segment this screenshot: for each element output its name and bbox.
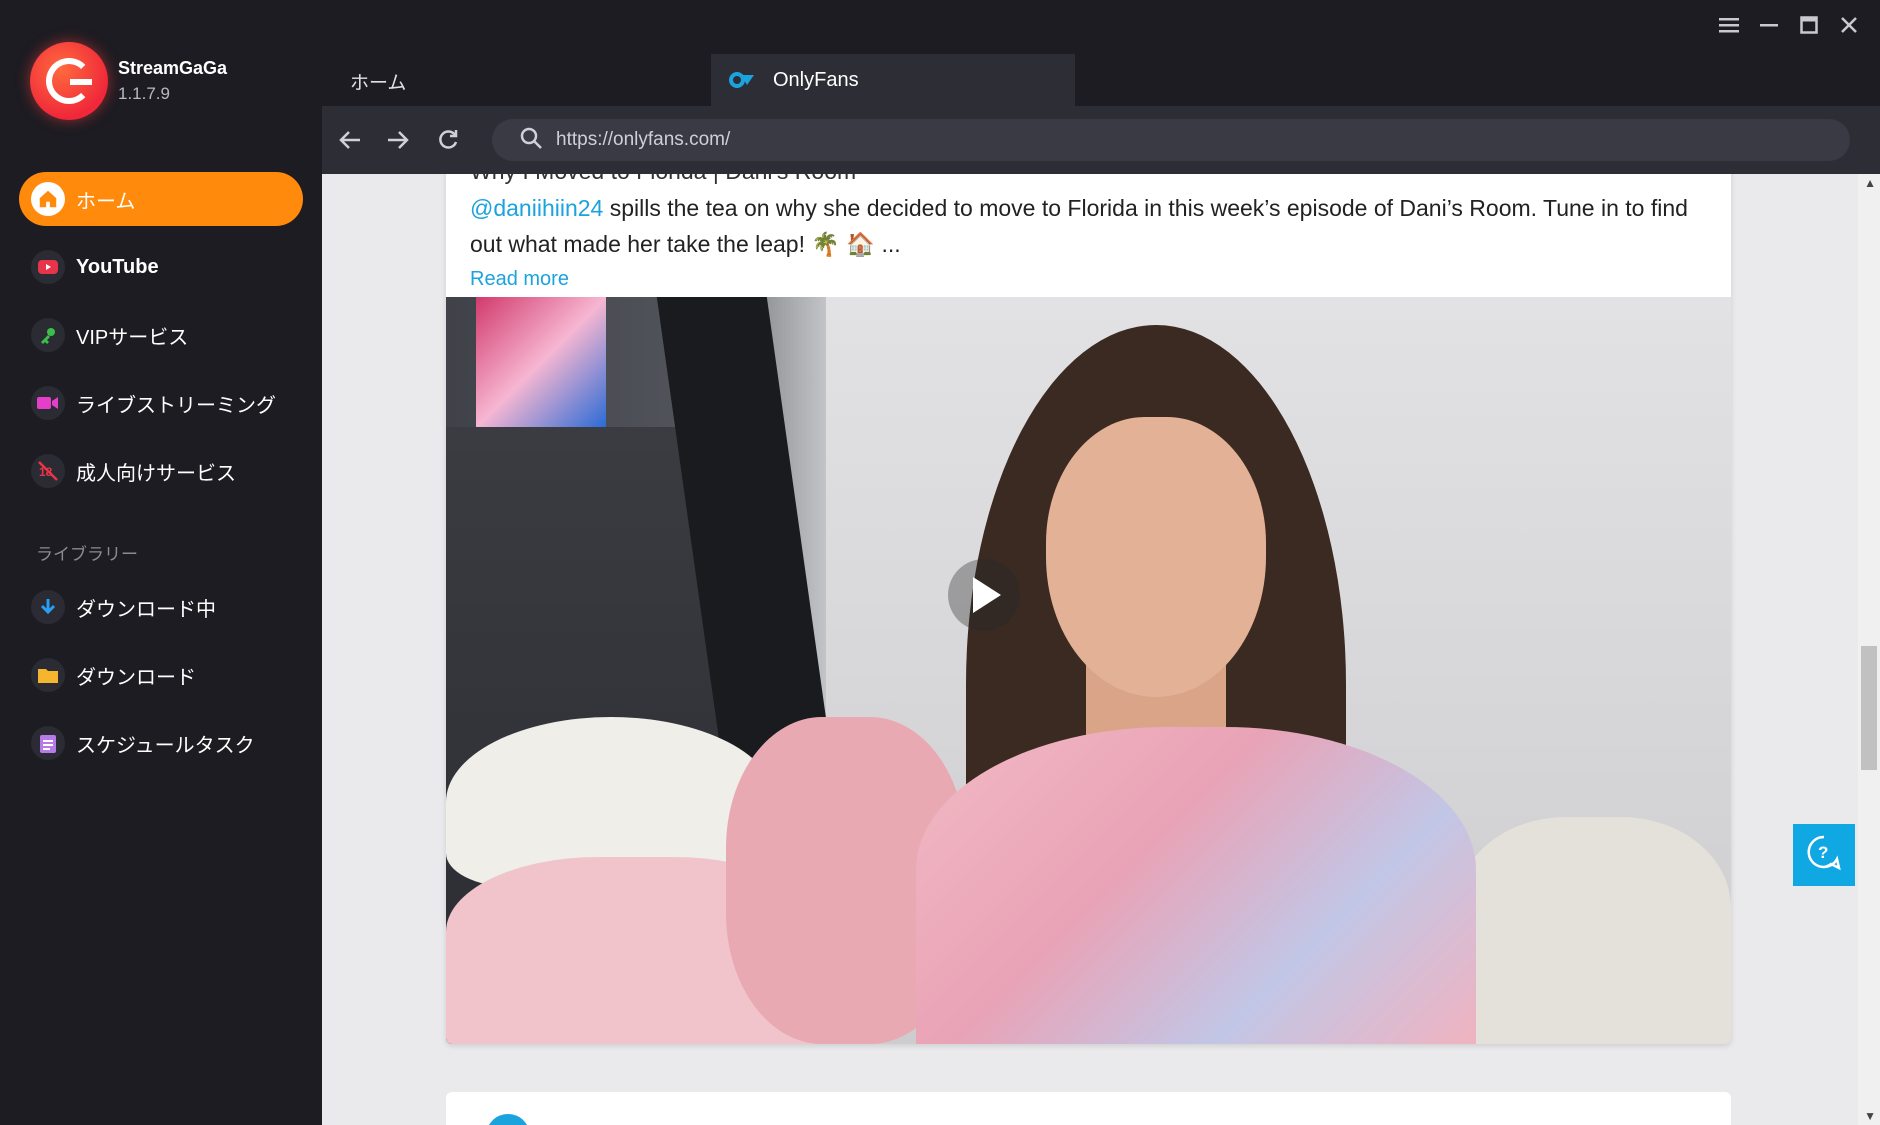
video-camera-icon xyxy=(31,386,65,420)
web-content: Why I Moved to Florida | Dani's Room @da… xyxy=(322,174,1880,1125)
sidebar-item-label: ホーム xyxy=(76,190,136,213)
maximize-icon[interactable] xyxy=(1798,14,1820,36)
youtube-icon xyxy=(31,250,65,284)
sidebar-item-label: 成人向けサービス xyxy=(76,462,236,485)
tab-onlyfans[interactable]: OnlyFans xyxy=(711,54,1075,106)
key-icon xyxy=(31,318,65,352)
read-more-link[interactable]: Read more xyxy=(470,268,569,291)
refresh-icon[interactable] xyxy=(434,126,462,154)
app-name: StreamGaGa xyxy=(118,58,228,78)
video-player[interactable] xyxy=(446,297,1731,1044)
library-heading: ライブラリー xyxy=(36,545,138,564)
address-bar[interactable] xyxy=(492,119,1850,161)
avatar[interactable] xyxy=(486,1114,530,1125)
tab-home[interactable]: ホーム xyxy=(350,68,406,95)
sidebar-item-downloading[interactable]: ダウンロード中 xyxy=(19,580,303,634)
sidebar-item-label: YouTube xyxy=(76,255,159,278)
clipboard-icon xyxy=(31,726,65,760)
home-icon xyxy=(31,182,65,216)
scroll-down-arrow-icon[interactable]: ▼ xyxy=(1864,1109,1876,1123)
video-frame-person xyxy=(1046,417,1266,697)
sidebar-item-adult-services[interactable]: 18 成人向けサービス xyxy=(19,444,303,498)
minimize-icon[interactable] xyxy=(1758,14,1780,36)
url-input[interactable] xyxy=(556,129,1756,151)
sidebar-item-live-streaming[interactable]: ライブストリーミング xyxy=(19,376,303,430)
close-icon[interactable] xyxy=(1838,14,1860,36)
sidebar-item-home[interactable]: ホーム xyxy=(19,172,303,226)
forward-arrow-icon[interactable] xyxy=(384,126,412,154)
play-button[interactable] xyxy=(948,559,1020,631)
sidebar-item-youtube[interactable]: YouTube xyxy=(19,240,303,294)
post-description: @daniihiin24 spills the tea on why she d… xyxy=(470,190,1710,262)
brand: StreamGaGa 1.1.7.9 xyxy=(30,42,227,120)
streamgaga-logo xyxy=(30,42,108,120)
sidebar-item-label: ダウンロード中 xyxy=(76,598,216,621)
scroll-up-arrow-icon[interactable]: ▲ xyxy=(1864,176,1876,190)
menu-icon[interactable] xyxy=(1718,14,1740,36)
video-frame-poster xyxy=(476,297,606,427)
scrollbar-thumb[interactable] xyxy=(1861,646,1877,770)
library-nav: ダウンロード中 ダウンロード スケジュールタスク xyxy=(19,580,303,784)
sidebar-item-label: ライブストリーミング xyxy=(76,394,276,417)
tab-label: OnlyFans xyxy=(773,68,859,91)
download-arrow-icon xyxy=(31,590,65,624)
svg-text:?: ? xyxy=(1818,843,1828,862)
post-description-text: spills the tea on why she decided to mov… xyxy=(470,195,1688,257)
post-card: Why I Moved to Florida | Dani's Room @da… xyxy=(446,174,1731,1044)
sidebar-item-label: スケジュールタスク xyxy=(76,734,255,757)
search-icon xyxy=(520,127,542,154)
post-title: Why I Moved to Florida | Dani's Room xyxy=(470,174,856,185)
help-button[interactable]: ? xyxy=(1793,824,1855,886)
sidebar: StreamGaGa 1.1.7.9 ホーム YouTube VIPサービス ラ… xyxy=(0,0,322,1125)
sidebar-item-downloaded[interactable]: ダウンロード xyxy=(19,648,303,702)
folder-icon xyxy=(31,658,65,692)
video-frame-bed xyxy=(1456,817,1731,1044)
back-arrow-icon[interactable] xyxy=(336,126,364,154)
scrollbar[interactable]: ▲ ▼ xyxy=(1858,174,1880,1125)
post-card xyxy=(446,1092,1731,1125)
main-nav: ホーム YouTube VIPサービス ライブストリーミング 18 成人向けサー… xyxy=(19,172,303,512)
sidebar-item-vip[interactable]: VIPサービス xyxy=(19,308,303,362)
browser-toolbar xyxy=(322,106,1880,174)
video-frame-person xyxy=(916,727,1476,1044)
sidebar-item-label: ダウンロード xyxy=(76,666,196,689)
window-controls xyxy=(1718,14,1860,36)
sidebar-item-label: VIPサービス xyxy=(76,326,189,349)
onlyfans-icon xyxy=(729,72,755,88)
mention-link[interactable]: @daniihiin24 xyxy=(470,195,603,221)
sidebar-item-scheduled-tasks[interactable]: スケジュールタスク xyxy=(19,716,303,770)
help-question-icon: ? xyxy=(1807,835,1841,876)
app-version: 1.1.7.9 xyxy=(118,84,170,103)
adult-18-icon: 18 xyxy=(31,454,65,488)
